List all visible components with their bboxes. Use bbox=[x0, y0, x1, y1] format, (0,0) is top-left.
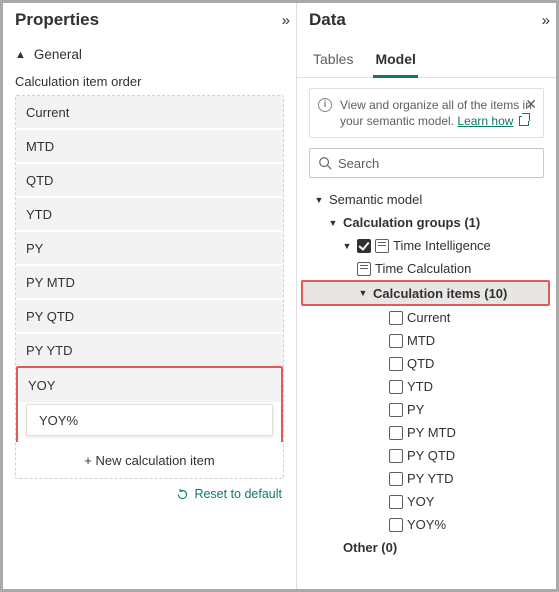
chevron-down-icon: ▼ bbox=[313, 195, 325, 205]
tree-item[interactable]: PY MTD bbox=[303, 421, 552, 444]
calc-item-label: MTD bbox=[26, 139, 54, 154]
calc-item-icon bbox=[389, 334, 403, 348]
general-section-header[interactable]: ▲ General bbox=[3, 35, 296, 70]
calc-item-label: PY QTD bbox=[26, 309, 74, 324]
calc-item[interactable]: PY bbox=[16, 232, 283, 266]
search-icon bbox=[318, 156, 332, 170]
calc-item-icon bbox=[389, 518, 403, 532]
calc-item-label: YTD bbox=[26, 207, 52, 222]
tree-calc-items[interactable]: ▼Calculation items (10) bbox=[301, 280, 550, 306]
learn-how-link[interactable]: Learn how bbox=[457, 114, 513, 128]
calc-item[interactable]: YOY bbox=[18, 368, 281, 402]
search-input[interactable]: Search bbox=[309, 148, 544, 178]
column-icon bbox=[357, 262, 371, 276]
tree-item[interactable]: MTD bbox=[303, 329, 552, 352]
calc-item[interactable]: MTD bbox=[16, 130, 283, 164]
calc-item-icon bbox=[389, 449, 403, 463]
tree-item[interactable]: YOY bbox=[303, 490, 552, 513]
calc-item-icon bbox=[389, 403, 403, 417]
chevron-down-icon: ▼ bbox=[341, 241, 353, 251]
tree-item[interactable]: YOY% bbox=[303, 513, 552, 536]
tree-time-intelligence[interactable]: ▼Time Intelligence bbox=[303, 234, 552, 257]
tree-item[interactable]: PY bbox=[303, 398, 552, 421]
calc-item-label: PY MTD bbox=[26, 275, 75, 290]
calc-item[interactable]: YTD bbox=[16, 198, 283, 232]
tree-item[interactable]: Current bbox=[303, 306, 552, 329]
calc-item-icon bbox=[389, 311, 403, 325]
highlight-new-item: YOY YOY% bbox=[16, 366, 283, 444]
info-banner: i View and organize all of the items in … bbox=[309, 88, 544, 138]
checkbox-icon[interactable] bbox=[357, 239, 371, 253]
data-title: Data bbox=[309, 10, 346, 30]
tab-model[interactable]: Model bbox=[373, 45, 417, 78]
calc-group-icon bbox=[375, 239, 389, 253]
tree-item[interactable]: QTD bbox=[303, 352, 552, 375]
calc-item-label: PY YTD bbox=[26, 343, 72, 358]
chevron-down-icon: ▼ bbox=[357, 288, 369, 298]
new-calc-item-button[interactable]: + New calculation item bbox=[16, 442, 283, 478]
reset-label: Reset to default bbox=[194, 487, 282, 501]
calc-item-label: QTD bbox=[26, 173, 53, 188]
properties-title: Properties bbox=[15, 10, 99, 30]
calc-item[interactable]: PY QTD bbox=[16, 300, 283, 334]
calc-item-icon bbox=[389, 495, 403, 509]
external-link-icon bbox=[519, 116, 529, 126]
calc-item-label: Current bbox=[26, 105, 69, 120]
info-icon: i bbox=[318, 98, 332, 112]
calc-item-icon bbox=[389, 472, 403, 486]
tree-calc-groups[interactable]: ▼Calculation groups (1) bbox=[303, 211, 552, 234]
tree-time-calculation[interactable]: Time Calculation bbox=[303, 257, 552, 280]
calc-item-icon bbox=[389, 357, 403, 371]
calc-item-list: Current MTD QTD YTD PY PY MTD PY QTD PY … bbox=[15, 95, 284, 479]
tab-tables[interactable]: Tables bbox=[311, 45, 355, 77]
tree-other[interactable]: Other (0) bbox=[303, 536, 552, 559]
calc-item[interactable]: QTD bbox=[16, 164, 283, 198]
calc-item-icon bbox=[389, 380, 403, 394]
calc-item-name-input[interactable]: YOY% bbox=[26, 404, 273, 436]
properties-header: Properties » bbox=[3, 3, 296, 35]
tree-item[interactable]: YTD bbox=[303, 375, 552, 398]
data-tabs: Tables Model bbox=[297, 35, 556, 78]
general-label: General bbox=[34, 47, 82, 62]
data-header: Data » bbox=[297, 3, 556, 35]
tree-item[interactable]: PY YTD bbox=[303, 467, 552, 490]
collapse-properties-icon[interactable]: » bbox=[282, 12, 286, 29]
search-placeholder: Search bbox=[338, 156, 379, 171]
chevron-up-icon: ▲ bbox=[15, 49, 26, 61]
model-tree: ▼Semantic model ▼Calculation groups (1) … bbox=[297, 184, 556, 563]
calc-item-label: YOY bbox=[28, 378, 55, 393]
tree-root[interactable]: ▼Semantic model bbox=[303, 188, 552, 211]
calc-item-order-label: Calculation item order bbox=[3, 70, 296, 95]
close-banner-button[interactable]: ✕ bbox=[525, 95, 537, 114]
reset-icon bbox=[176, 488, 189, 501]
reset-to-default-button[interactable]: Reset to default bbox=[3, 479, 296, 509]
tree-item[interactable]: PY QTD bbox=[303, 444, 552, 467]
new-calc-item-label: + New calculation item bbox=[84, 453, 214, 468]
calc-item[interactable]: PY MTD bbox=[16, 266, 283, 300]
data-pane: Data » Tables Model i View and organize … bbox=[297, 3, 556, 589]
calc-item-input-value: YOY% bbox=[39, 413, 78, 428]
chevron-down-icon: ▼ bbox=[327, 218, 339, 228]
calc-item-label: PY bbox=[26, 241, 43, 256]
properties-pane: Properties » ▲ General Calculation item … bbox=[3, 3, 297, 589]
calc-item[interactable]: Current bbox=[16, 96, 283, 130]
collapse-data-icon[interactable]: » bbox=[542, 12, 546, 29]
calc-item-icon bbox=[389, 426, 403, 440]
calc-item[interactable]: PY YTD bbox=[16, 334, 283, 368]
